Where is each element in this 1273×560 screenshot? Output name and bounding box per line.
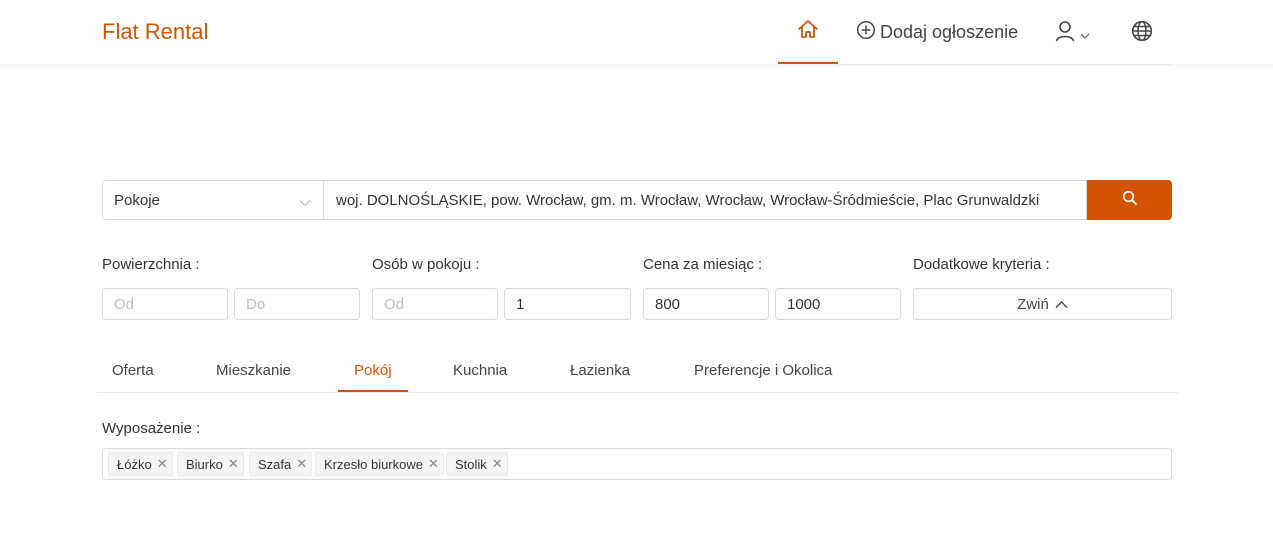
tag-krzeslo-biurkowe: Krzesło biurkowe ✕ bbox=[315, 452, 444, 476]
collapse-button[interactable]: Zwiń bbox=[913, 288, 1172, 320]
persons-from-input[interactable]: Od bbox=[372, 288, 498, 320]
area-to-input[interactable]: Do bbox=[234, 288, 360, 320]
plus-circle-icon bbox=[856, 20, 880, 45]
user-icon bbox=[1054, 20, 1076, 47]
close-icon[interactable]: ✕ bbox=[157, 456, 168, 472]
collapse-label: Zwiń bbox=[1017, 295, 1049, 313]
home-icon bbox=[797, 19, 819, 44]
nav-divider bbox=[838, 64, 1172, 65]
close-icon[interactable]: ✕ bbox=[492, 456, 503, 472]
nav-home[interactable] bbox=[778, 0, 838, 64]
chevron-up-icon bbox=[1049, 296, 1068, 313]
price-from-input[interactable]: 800 bbox=[643, 288, 769, 320]
price-to-input[interactable]: 1000 bbox=[775, 288, 901, 320]
area-from-input[interactable]: Od bbox=[102, 288, 228, 320]
search-bar: Pokoje woj. DOLNOŚLĄSKIE, pow. Wrocław, … bbox=[102, 180, 1172, 220]
tab-pokoj[interactable]: Pokój bbox=[338, 362, 408, 392]
globe-icon bbox=[1131, 20, 1153, 46]
add-listing-button[interactable]: Dodaj ogłoszenie bbox=[856, 19, 1018, 45]
app-logo[interactable]: Flat Rental bbox=[102, 19, 208, 45]
tab-preferencje[interactable]: Preferencje i Okolica bbox=[678, 362, 848, 392]
property-type-select[interactable]: Pokoje bbox=[102, 180, 324, 220]
persons-to-input[interactable]: 1 bbox=[504, 288, 631, 320]
area-label: Powierzchnia : bbox=[102, 256, 200, 273]
search-icon bbox=[1122, 190, 1138, 211]
property-type-value: Pokoje bbox=[114, 191, 160, 209]
tab-mieszkanie[interactable]: Mieszkanie bbox=[200, 362, 307, 392]
search-button[interactable] bbox=[1087, 180, 1172, 220]
tab-bar: Oferta Mieszkanie Pokój Kuchnia Łazienka… bbox=[97, 356, 1178, 393]
chevron-down-icon bbox=[299, 194, 311, 211]
tag-szafa: Szafa ✕ bbox=[249, 452, 313, 476]
tab-oferta[interactable]: Oferta bbox=[96, 362, 170, 392]
tab-kuchnia[interactable]: Kuchnia bbox=[437, 362, 523, 392]
location-value: woj. DOLNOŚLĄSKIE, pow. Wrocław, gm. m. … bbox=[336, 191, 1040, 209]
user-menu[interactable] bbox=[1054, 20, 1090, 47]
close-icon[interactable]: ✕ bbox=[296, 456, 307, 472]
language-switcher[interactable] bbox=[1131, 20, 1153, 47]
tag-lozko: Łóżko ✕ bbox=[108, 452, 173, 476]
close-icon[interactable]: ✕ bbox=[228, 456, 239, 472]
tag-stolik: Stolik ✕ bbox=[446, 452, 508, 476]
tab-lazienka[interactable]: Łazienka bbox=[554, 362, 646, 392]
top-navbar: Flat Rental Dodaj ogłoszenie bbox=[0, 0, 1273, 64]
add-listing-label: Dodaj ogłoszenie bbox=[880, 21, 1019, 42]
equipment-multiselect[interactable]: Łóżko ✕ Biurko ✕ Szafa ✕ Krzesło biurkowe ✕ … bbox=[102, 448, 1172, 480]
price-label: Cena za miesiąc : bbox=[643, 256, 763, 273]
close-icon[interactable]: ✕ bbox=[428, 456, 439, 472]
equipment-label: Wyposażenie : bbox=[102, 420, 201, 437]
location-input[interactable]: woj. DOLNOŚLĄSKIE, pow. Wrocław, gm. m. … bbox=[324, 180, 1087, 220]
tag-biurko: Biurko ✕ bbox=[177, 452, 244, 476]
extra-criteria-label: Dodatkowe kryteria : bbox=[913, 256, 1050, 273]
chevron-down-icon bbox=[1080, 27, 1090, 45]
persons-label: Osób w pokoju : bbox=[372, 256, 480, 273]
